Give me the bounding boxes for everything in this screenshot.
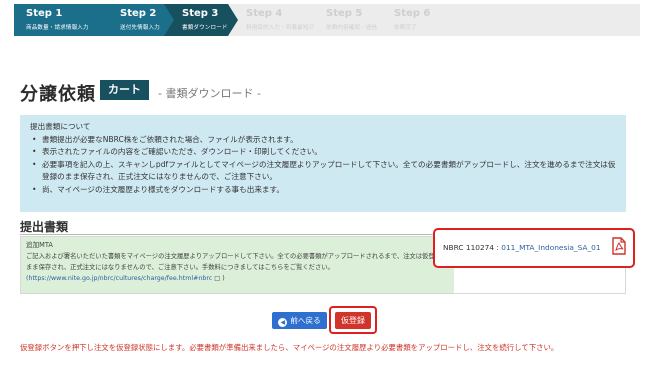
info-list: 書類提出が必要なNBRC株をご依頼された場合、ファイルが表示されます。 表示され… [30,134,616,197]
document-description-cell: 追加MTA ご記入および署名いただいた書類をマイページの注文履歴よりアップロード… [21,237,454,293]
back-button[interactable]: ◀ 前へ戻る [272,312,327,329]
step-3-subtitle: 書類ダウンロード [182,25,228,31]
register-button[interactable]: 仮登録 [335,312,371,329]
info-item: 書類提出が必要なNBRC株をご依頼された場合、ファイルが表示されます。 [30,134,616,147]
step-5-subtitle: 依頼内容確認・送信 [326,25,378,31]
section-title: 提出書類 [20,220,69,234]
info-item: 必要事項を記入の上、スキャンしpdfファイルとしてマイページの注文履歴よりアップ… [30,159,616,184]
page-subtitle: - 書類ダウンロード - [158,87,261,100]
step-1-subtitle: 商品数量・請求情報入力 [26,25,89,31]
step-4-title: Step 4 [246,8,283,19]
info-item: 尚、マイページの注文履歴より様式をダウンロードする事も出来ます。 [30,184,616,197]
register-notice: 仮登録ボタンを押下し注文を仮登録状態にします。必要書類が準備出来ましたら、マイペ… [20,343,559,352]
step-5-title: Step 5 [326,8,363,19]
step-2-subtitle: 送付先情報入力 [120,25,160,31]
info-item: 表示されたファイルの内容をご確認いただき、ダウンロード・印刷してください。 [30,146,616,159]
progress-stepper: Step 1 商品数量・請求情報入力 Step 2 送付先情報入力 Step 3… [14,4,640,36]
document-label: 追加MTA [26,241,53,249]
fee-link[interactable]: (https://www.nite.go.jp/nbrc/cultures/ch… [26,275,212,282]
step-2-title: Step 2 [120,8,157,19]
document-file-link[interactable]: 011_MTA_Indonesia_SA_01 [501,243,600,252]
back-button-label: 前へ戻る [290,316,321,325]
step-3-title: Step 3 [182,8,219,19]
cart-badge: カート [100,80,149,100]
info-heading: 提出書類について [30,122,91,131]
info-box: 提出書類について 書類提出が必要なNBRC株をご依頼された場合、ファイルが表示さ… [20,115,626,212]
step-6-title: Step 6 [394,8,431,19]
pdf-icon[interactable] [612,237,626,255]
arrow-left-icon: ◀ [278,318,288,327]
strain-id: NBRC 110274 : [443,243,502,252]
register-button-highlight: 仮登録 [329,306,377,334]
page-title: 分譲依頼 [20,84,96,105]
external-link-icon: □ ) [214,275,225,282]
document-file-highlight: NBRC 110274 : 011_MTA_Indonesia_SA_01 [433,228,635,268]
step-1-title: Step 1 [26,8,63,19]
step-4-subtitle: 利用目的入力・到着最短日 [246,25,315,31]
document-file-text: NBRC 110274 : 011_MTA_Indonesia_SA_01 [443,243,601,252]
document-description: ご記入および署名いただいた書類をマイページの注文履歴よりアップロードして下さい。… [26,253,448,271]
step-6-subtitle: 依頼完了 [394,25,417,31]
